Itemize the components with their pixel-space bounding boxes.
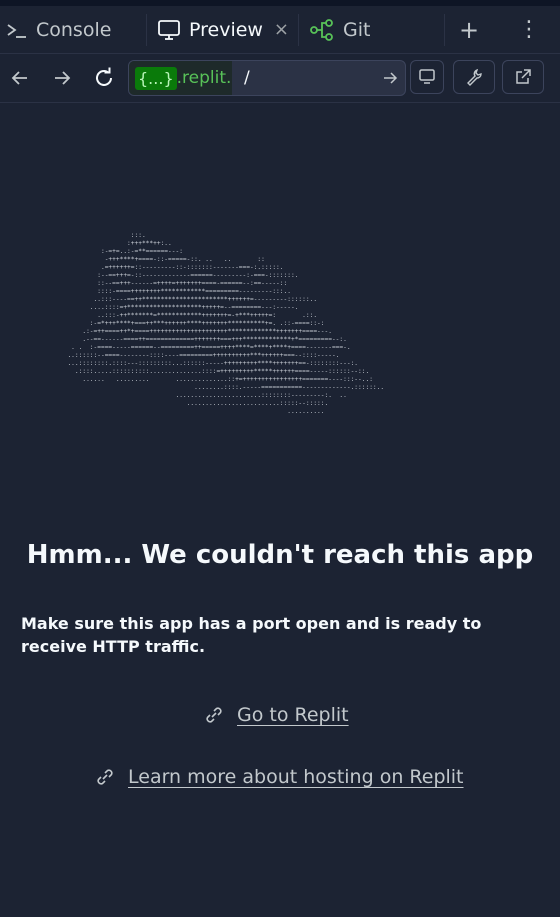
url-path-input[interactable]: / [232, 68, 375, 88]
go-to-replit-link[interactable]: Go to Replit [203, 704, 349, 726]
close-icon[interactable]: × [274, 19, 289, 40]
monitor-icon [157, 19, 181, 41]
new-tab-button[interactable]: + [445, 6, 493, 53]
reload-button[interactable] [88, 62, 120, 94]
tab-preview-label: Preview [189, 18, 263, 41]
more-options-button[interactable]: ⋮ [505, 6, 553, 53]
terminal-icon [6, 20, 28, 40]
ascii-cloud-illustration: :::. :+++***++:.. :-=+=..:-=**======---:… [67, 232, 385, 415]
error-description: Make sure this app has a port open and i… [21, 614, 482, 656]
url-bar[interactable]: {...} .replit.c / [128, 60, 406, 96]
tab-console-label: Console [36, 18, 112, 41]
learn-more-hosting-label: Learn more about hosting on Replit [128, 766, 464, 788]
wrench-icon [467, 68, 482, 86]
preview-toolbar: {...} .replit.c / [0, 54, 560, 103]
go-button[interactable] [375, 70, 405, 86]
arrow-right-icon [384, 72, 398, 84]
url-host: .replit.c [176, 68, 232, 88]
forward-button[interactable] [46, 62, 78, 94]
kebab-menu-icon: ⋮ [518, 17, 540, 42]
learn-more-hosting-link[interactable]: Learn more about hosting on Replit [94, 766, 464, 788]
error-title: Hmm... We couldn't reach this app [26, 540, 534, 570]
back-button[interactable] [4, 62, 36, 94]
tab-console[interactable]: Console [0, 6, 146, 53]
open-new-tab-button[interactable] [502, 60, 544, 94]
url-host-field: {...} .replit.c [129, 61, 232, 95]
plus-icon: + [458, 15, 480, 44]
link-icon [203, 704, 225, 726]
refresh-icon [96, 67, 112, 86]
device-preview-button[interactable] [410, 60, 444, 94]
arrow-left-icon [11, 71, 27, 85]
monitor-icon [419, 69, 435, 84]
external-link-icon [516, 69, 531, 84]
devtools-button[interactable] [453, 60, 495, 94]
tab-git[interactable]: Git [299, 6, 444, 53]
tab-git-label: Git [343, 18, 371, 41]
git-branch-icon [309, 18, 335, 41]
repl-id-badge: {...} [135, 66, 177, 90]
go-to-replit-label: Go to Replit [237, 704, 349, 726]
link-icon [94, 766, 116, 788]
arrow-right-icon [55, 71, 71, 85]
tab-preview[interactable]: Preview × [147, 6, 298, 53]
